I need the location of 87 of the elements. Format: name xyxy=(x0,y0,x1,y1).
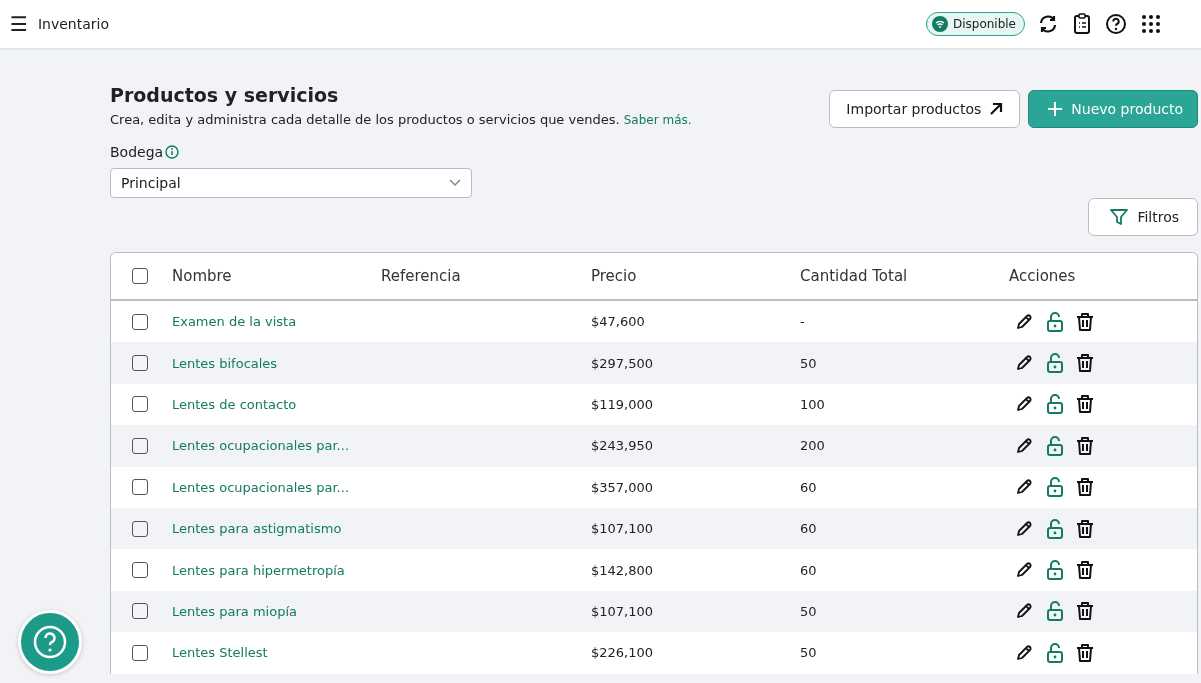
row-checkbox[interactable] xyxy=(132,355,148,372)
table-cell-text: 50 xyxy=(800,645,818,661)
product-name-link[interactable]: Lentes Stellest xyxy=(172,645,381,661)
row-checkbox[interactable] xyxy=(132,313,148,330)
unlocked-padlock-icon[interactable] xyxy=(1046,352,1064,375)
help-button[interactable] xyxy=(18,610,82,674)
clipboard-icon[interactable] xyxy=(1073,13,1091,35)
product-name-link[interactable]: Lentes ocupacionales par... xyxy=(172,479,381,495)
table-cell-text: 100 xyxy=(800,396,826,412)
unlocked-padlock-icon[interactable] xyxy=(1046,393,1064,416)
trash-icon[interactable] xyxy=(1076,353,1094,374)
help-icon[interactable] xyxy=(1105,13,1127,35)
row-checkbox[interactable] xyxy=(132,479,148,496)
row-checkbox[interactable] xyxy=(132,603,148,620)
unlocked-padlock-icon[interactable] xyxy=(1046,434,1064,457)
table-cell-text: $226,100 xyxy=(591,645,655,661)
status-badge[interactable]: Disponible xyxy=(925,12,1025,36)
table-cell-text: $297,500 xyxy=(591,355,655,371)
table-cell-text: $243,950 xyxy=(591,438,655,454)
product-name-link[interactable]: Lentes para miopía xyxy=(172,603,381,619)
table-cell-text: 50 xyxy=(800,355,818,371)
table-cell-text: 60 xyxy=(800,562,818,578)
funnel-icon xyxy=(1109,207,1130,227)
trash-icon[interactable] xyxy=(1076,642,1094,663)
pencil-icon[interactable] xyxy=(1014,311,1034,332)
column-header: Nombre xyxy=(172,267,233,285)
pencil-icon[interactable] xyxy=(1014,435,1034,456)
trash-icon[interactable] xyxy=(1076,311,1094,332)
table-cell-text: $357,000 xyxy=(591,479,655,495)
row-checkbox[interactable] xyxy=(132,644,148,661)
table-cell-text: - xyxy=(800,314,806,330)
trash-icon[interactable] xyxy=(1076,477,1094,498)
wifi-icon xyxy=(931,16,948,32)
select-all-checkbox[interactable] xyxy=(132,268,148,284)
import-products-button[interactable]: Importar productos xyxy=(829,90,1021,128)
column-header: Precio xyxy=(591,267,638,285)
unlocked-padlock-icon[interactable] xyxy=(1046,310,1064,333)
plus-icon xyxy=(1047,101,1064,117)
info-icon[interactable] xyxy=(165,145,180,159)
unlocked-padlock-icon[interactable] xyxy=(1046,641,1064,664)
table-cell-text: 60 xyxy=(800,521,818,537)
table-cell-text: $142,800 xyxy=(591,562,655,578)
row-checkbox[interactable] xyxy=(132,520,148,537)
column-header: Referencia xyxy=(381,267,462,285)
table-cell-text: $107,100 xyxy=(591,521,655,537)
arrow-up-right-icon xyxy=(989,102,1004,116)
table-cell-text: $107,100 xyxy=(591,603,655,619)
column-header: Cantidad Total xyxy=(800,267,909,285)
unlocked-padlock-icon[interactable] xyxy=(1046,476,1064,499)
row-checkbox[interactable] xyxy=(132,437,148,454)
sync-icon[interactable] xyxy=(1037,13,1059,35)
table-cell-text: 60 xyxy=(800,479,818,495)
table-cell-text: 200 xyxy=(800,438,826,454)
warehouse-dropdown[interactable]: Principal xyxy=(110,168,472,198)
trash-icon[interactable] xyxy=(1076,601,1094,622)
table-cell-text: $119,000 xyxy=(591,396,655,412)
trash-icon[interactable] xyxy=(1076,435,1094,456)
filters-button[interactable]: Filtros xyxy=(1088,198,1198,236)
unlocked-padlock-icon[interactable] xyxy=(1046,517,1064,540)
learn-more-link[interactable]: Saber más. xyxy=(623,113,692,127)
unlocked-padlock-icon[interactable] xyxy=(1046,600,1064,623)
product-name-link[interactable]: Lentes de contacto xyxy=(172,396,381,412)
warehouse-label: Bodega xyxy=(110,144,164,160)
product-name-link[interactable]: Lentes ocupacionales par... xyxy=(172,438,381,454)
trash-icon[interactable] xyxy=(1076,394,1094,415)
menu-icon[interactable]: ☰ xyxy=(10,14,28,34)
product-name-link[interactable]: Lentes para hipermetropía xyxy=(172,562,381,578)
product-name-link[interactable]: Lentes para astigmatismo xyxy=(172,521,381,537)
pencil-icon[interactable] xyxy=(1014,518,1034,539)
product-name-link[interactable]: Lentes bifocales xyxy=(172,355,381,371)
table-cell-text: $47,600 xyxy=(591,314,646,330)
help-icon xyxy=(32,624,68,660)
row-checkbox[interactable] xyxy=(132,396,148,413)
table-cell-text: 50 xyxy=(800,603,818,619)
row-checkbox[interactable] xyxy=(132,562,148,579)
apps-grid-icon[interactable] xyxy=(1141,14,1161,34)
pencil-icon[interactable] xyxy=(1014,642,1034,663)
trash-icon[interactable] xyxy=(1076,560,1094,581)
product-name-link[interactable]: Examen de la vista xyxy=(172,314,381,330)
page-title: Productos y servicios xyxy=(110,84,340,106)
column-header: Acciones xyxy=(1009,267,1077,285)
chevron-down-icon xyxy=(449,179,461,187)
trash-icon[interactable] xyxy=(1076,518,1094,539)
app-title: Inventario xyxy=(37,16,109,32)
page-description: Crea, edita y administra cada detalle de los productos o servicios que vendes. Saber más. xyxy=(110,112,692,127)
unlocked-padlock-icon[interactable] xyxy=(1046,559,1064,582)
new-product-button[interactable]: Nuevo producto xyxy=(1028,90,1198,128)
